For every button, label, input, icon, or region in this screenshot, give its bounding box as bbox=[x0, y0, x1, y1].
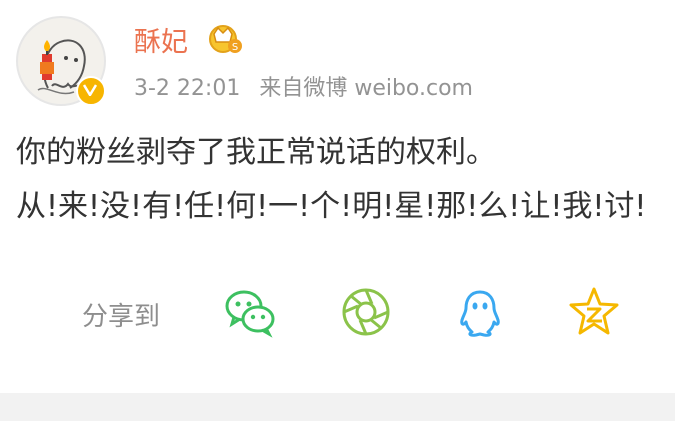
post-text-line-2: 从!来!没!有!任!何!一!个!明!星!那!么!让!我!讨! bbox=[16, 189, 647, 224]
moments-icon bbox=[342, 288, 390, 336]
share-wechat-button[interactable] bbox=[222, 284, 278, 340]
post-meta: 3-2 22:01 来自微博 weibo.com bbox=[134, 70, 485, 102]
post-text-line-1: 你的粉丝剥夺了我正常说话的权利。 bbox=[16, 135, 496, 170]
post-content: 你的粉丝剥夺了我正常说话的权利。 从!来!没!有!任!何!一!个!明!星!那!么… bbox=[16, 126, 675, 234]
user-name[interactable]: 酥妃 bbox=[134, 20, 188, 59]
qzone-icon bbox=[569, 287, 619, 335]
share-qq-button[interactable] bbox=[452, 284, 508, 340]
qq-icon bbox=[460, 290, 500, 337]
post-time: 3-2 22:01 bbox=[134, 76, 241, 101]
svg-text:S: S bbox=[232, 42, 238, 53]
share-label: 分享到 bbox=[82, 302, 161, 332]
post-source[interactable]: 来自微博 weibo.com bbox=[259, 76, 473, 101]
footer-divider bbox=[0, 393, 675, 421]
wechat-icon bbox=[225, 290, 275, 338]
share-row: 分享到 bbox=[0, 284, 675, 340]
verified-badge-icon bbox=[76, 76, 106, 106]
share-qzone-button[interactable] bbox=[566, 284, 622, 340]
post-header: 酥妃 S 3-2 22:01 来自微博 weibo.com bbox=[16, 16, 656, 106]
vip-crown-icon[interactable]: S bbox=[208, 22, 242, 54]
avatar[interactable] bbox=[16, 16, 106, 106]
share-moments-button[interactable] bbox=[338, 284, 394, 340]
